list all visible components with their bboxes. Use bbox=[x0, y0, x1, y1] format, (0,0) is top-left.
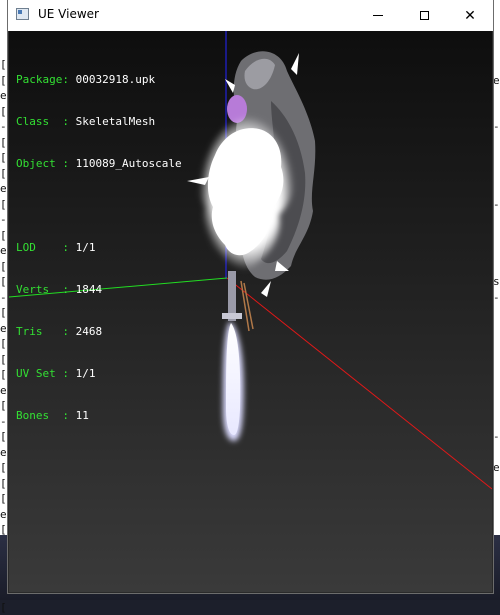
mesh-info-panel: Package: 00032918.upk Class : SkeletalMe… bbox=[16, 45, 182, 451]
sparkle bbox=[261, 281, 271, 297]
info-row-verts: Verts : 1844 bbox=[16, 283, 182, 297]
info-label-uvset: UV Set : bbox=[16, 367, 69, 380]
info-row-package: Package: 00032918.upk bbox=[16, 73, 182, 87]
info-row-object: Object : 110089_Autoscale bbox=[16, 157, 182, 171]
info-label-lod: LOD : bbox=[16, 241, 69, 254]
app-window-icon[interactable] bbox=[16, 8, 29, 20]
minimize-button[interactable] bbox=[355, 0, 401, 31]
minimize-icon bbox=[373, 15, 383, 16]
info-spacer bbox=[16, 199, 182, 213]
background-text-left: [ [ e [ - [ [ [ e [ - [ e [ [ - [ e [ [ … bbox=[0, 58, 7, 614]
info-row-tris: Tris : 2468 bbox=[16, 325, 182, 339]
info-value-tris: 2468 bbox=[75, 325, 103, 338]
maximize-button[interactable] bbox=[401, 0, 447, 31]
3d-viewport[interactable]: Package: 00032918.upk Class : SkeletalMe… bbox=[9, 31, 492, 592]
background-window-left-edge: [ [ e [ - [ [ [ e [ - [ e [ [ - [ e [ [ … bbox=[0, 0, 8, 614]
info-value-class: SkeletalMesh bbox=[75, 115, 156, 128]
info-value-bones: 11 bbox=[75, 409, 89, 422]
info-label-bones: Bones : bbox=[16, 409, 69, 422]
close-button[interactable]: ✕ bbox=[447, 0, 493, 31]
info-row-lod: LOD : 1/1 bbox=[16, 241, 182, 255]
info-label-class: Class : bbox=[16, 115, 69, 128]
info-value-lod: 1/1 bbox=[75, 241, 96, 254]
maximize-icon bbox=[419, 11, 429, 20]
close-icon: ✕ bbox=[464, 7, 476, 24]
info-label-object: Object : bbox=[16, 157, 69, 170]
title-bar[interactable]: UE Viewer ✕ bbox=[8, 0, 493, 31]
background-window-right-edge: e - - s - - e bbox=[493, 0, 500, 600]
info-label-verts: Verts : bbox=[16, 283, 69, 296]
info-value-uvset: 1/1 bbox=[75, 367, 96, 380]
info-row-class: Class : SkeletalMesh bbox=[16, 115, 182, 129]
sparkle bbox=[291, 53, 299, 75]
info-row-bones: Bones : 11 bbox=[16, 409, 182, 423]
ue-viewer-window: UE Viewer ✕ Package: 00032918.upk Class … bbox=[8, 0, 493, 593]
axis-x-line bbox=[226, 277, 492, 490]
info-value-verts: 1844 bbox=[75, 283, 103, 296]
hilt-guard bbox=[222, 313, 242, 319]
window-title: UE Viewer bbox=[38, 7, 99, 21]
background-text-right: e - - s - - e bbox=[493, 73, 500, 475]
info-value-object: 110089_Autoscale bbox=[75, 157, 182, 170]
info-row-uvset: UV Set : 1/1 bbox=[16, 367, 182, 381]
info-value-package: 00032918.upk bbox=[75, 73, 156, 86]
info-label-package: Package: bbox=[16, 73, 69, 86]
info-label-tris: Tris : bbox=[16, 325, 69, 338]
tassel bbox=[240, 280, 254, 332]
